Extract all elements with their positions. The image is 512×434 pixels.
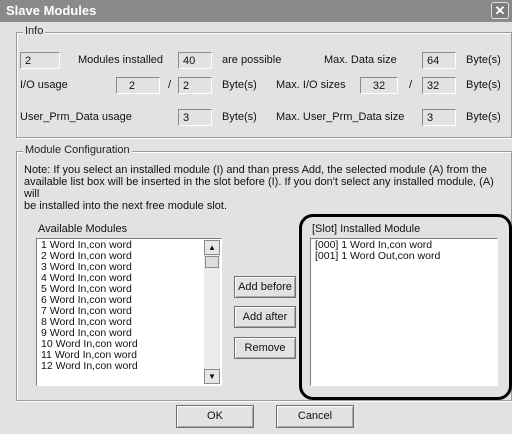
cancel-button[interactable]: Cancel [276,405,354,428]
io-out-field: 2 [178,77,212,94]
prm-unit: Byte(s) [222,111,257,123]
note-text: Note: If you select an installed module … [24,164,506,212]
title-bar: Slave Modules ✕ [0,0,512,22]
max-io-out-field: 32 [422,77,456,94]
info-group-label: Info [23,25,46,37]
close-button[interactable]: ✕ [491,2,509,19]
add-after-button[interactable]: Add after [234,306,296,328]
module-config-label: Module Configuration [23,144,132,156]
io-unit: Byte(s) [222,79,257,91]
ok-button[interactable]: OK [176,405,254,428]
prm-usage-field: 3 [178,109,212,126]
max-io-label: Max. I/O sizes [276,79,346,91]
scrollbar[interactable]: ▲ ▼ [204,240,220,384]
io-usage-label: I/O usage [20,79,68,91]
max-io-separator: / [409,79,413,91]
note-line-3: be installed into the next free module s… [24,200,228,212]
possible-field: 40 [178,52,212,69]
max-data-label: Max. Data size [324,54,397,66]
max-data-field: 64 [422,52,456,69]
note-line-2: available list box will be inserted in t… [24,176,494,200]
scroll-thumb[interactable] [205,256,219,268]
modules-installed-field: 2 [20,52,60,69]
max-prm-label: Max. User_Prm_Data size [276,111,405,123]
io-in-field: 2 [116,77,160,94]
list-item[interactable]: 12 Word In,con word [38,361,202,372]
installed-module-label: [Slot] Installed Module [312,223,421,235]
window-title: Slave Modules [6,3,97,18]
io-separator: / [168,79,172,91]
add-before-button[interactable]: Add before [234,276,296,298]
max-io-in-field: 32 [360,77,398,94]
max-prm-unit: Byte(s) [466,111,501,123]
scroll-down-icon[interactable]: ▼ [204,369,220,384]
possible-label: are possible [222,54,282,66]
modules-installed-label: Modules installed [78,54,163,66]
prm-usage-label: User_Prm_Data usage [20,111,132,123]
available-modules-list[interactable]: 1 Word In,con word 2 Word In,con word 3 … [36,238,222,386]
installed-modules-list[interactable]: [000] 1 Word In,con word [001] 1 Word Ou… [310,238,498,386]
remove-button[interactable]: Remove [234,337,296,359]
note-line-1: Note: If you select an installed module … [24,164,487,176]
max-prm-field: 3 [422,109,456,126]
max-io-unit: Byte(s) [466,79,501,91]
list-item[interactable]: [001] 1 Word Out,con word [312,251,440,262]
scroll-up-icon[interactable]: ▲ [204,240,220,255]
available-modules-label: Available Modules [38,223,128,235]
max-data-unit: Byte(s) [466,54,501,66]
